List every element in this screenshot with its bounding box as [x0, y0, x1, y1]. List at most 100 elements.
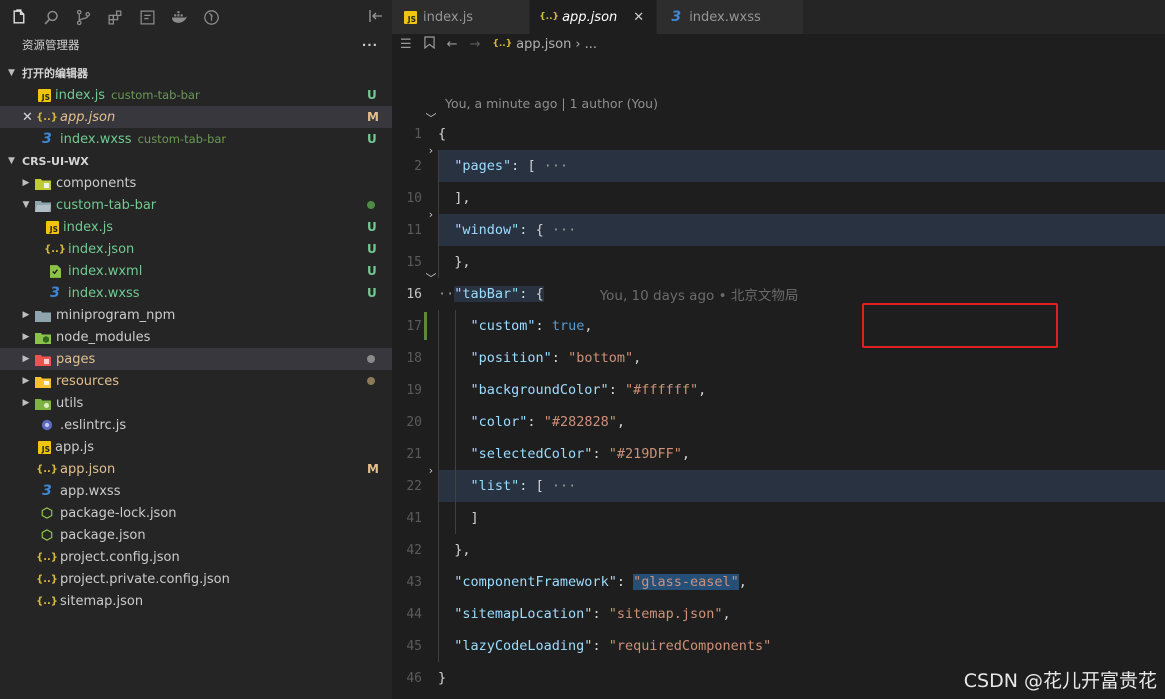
forward-arrow-icon[interactable]: →	[470, 37, 481, 52]
tree-file[interactable]: package-lock.json	[0, 502, 392, 524]
tab-index-wxss[interactable]: 3 index.wxss	[657, 0, 804, 34]
npm-file-icon	[38, 505, 56, 521]
chevron-down-icon: ▼	[8, 68, 15, 78]
close-icon[interactable]: ✕	[633, 10, 644, 25]
list-icon[interactable]: ☰	[400, 37, 412, 52]
open-editors-title: 打开的编辑器	[22, 67, 88, 80]
chevron-right-icon: ▶	[22, 376, 30, 386]
open-editor-item[interactable]: JS index.js custom-tab-bar U	[0, 84, 392, 106]
chevron-right-icon[interactable]: ›	[424, 454, 438, 486]
tree-item-label: .eslintrc.js	[60, 417, 127, 433]
tree-file[interactable]: {..} app.json M	[0, 458, 392, 480]
code-token: ,	[698, 382, 707, 398]
more-actions-icon[interactable]: ···	[362, 38, 378, 52]
folded-ellipsis[interactable]: ···	[552, 222, 576, 238]
explorer-header: 资源管理器 ···	[0, 34, 392, 56]
code-token: "pages"	[454, 158, 512, 174]
code-line: },	[438, 534, 1165, 566]
close-icon[interactable]: ✕	[22, 110, 33, 125]
code-token: :	[519, 222, 536, 238]
codelens-blame[interactable]: You, a minute ago | 1 author (You)	[445, 96, 658, 111]
sidebar: 资源管理器 ··· ▼ 打开的编辑器 JS index.js custom-ta…	[0, 0, 392, 699]
tree-folder[interactable]: ▶ components	[0, 172, 392, 194]
source-control-icon[interactable]	[72, 6, 94, 28]
code-token: "window"	[454, 222, 520, 238]
tree-file[interactable]: index.wxml U	[0, 260, 392, 282]
explorer-title: 资源管理器	[22, 38, 80, 52]
files-icon[interactable]	[8, 6, 30, 28]
resources-folder-icon	[34, 373, 52, 389]
code-token: "backgroundColor"	[470, 382, 609, 398]
tab-app-json[interactable]: {..} app.json ✕	[530, 0, 658, 34]
extensions-icon[interactable]	[104, 6, 126, 28]
code-token: :	[519, 286, 536, 302]
tab-index-js[interactable]: JS index.js	[392, 0, 531, 34]
open-editor-item[interactable]: 3 index.wxss custom-tab-bar U	[0, 128, 392, 150]
tree-item-label: miniprogram_npm	[56, 307, 176, 323]
tree-file[interactable]: 3 index.wxss U	[0, 282, 392, 304]
tree-folder[interactable]: ▼ custom-tab-bar	[0, 194, 392, 216]
json-file-icon: {..}	[539, 12, 559, 22]
code-token: ],	[454, 190, 471, 206]
tree-file[interactable]: JS app.js	[0, 436, 392, 458]
folded-ellipsis[interactable]: ···	[544, 158, 568, 174]
tree-item-label: resources	[56, 373, 120, 389]
tree-folder[interactable]: ▶ pages	[0, 348, 392, 370]
search-icon[interactable]	[40, 6, 62, 28]
tree-file[interactable]: .eslintrc.js	[0, 414, 392, 436]
tree-file[interactable]: {..} project.private.config.json	[0, 568, 392, 590]
code-token: :	[616, 574, 634, 590]
back-arrow-icon[interactable]: ←	[447, 37, 458, 52]
code-token: "componentFramework"	[454, 574, 617, 590]
chevron-down-icon: ▼	[22, 200, 30, 210]
code-token: "#282828"	[543, 414, 617, 430]
js-file-icon: JS	[404, 10, 417, 24]
chevron-right-icon[interactable]: ›	[424, 134, 438, 166]
tree-folder[interactable]: ▶ resources	[0, 370, 392, 392]
tree-item-label: index.wxml	[68, 263, 143, 279]
activity-bar	[0, 0, 392, 34]
code-token: ,	[722, 606, 731, 622]
project-section[interactable]: ▼ CRS-UI-WX	[0, 150, 392, 172]
code-token: :	[592, 638, 609, 654]
tree-item-label: package-lock.json	[60, 505, 177, 521]
git-dot-icon	[367, 377, 375, 385]
remote-icon[interactable]	[136, 6, 158, 28]
git-icon[interactable]	[200, 6, 222, 28]
folded-ellipsis[interactable]: ···	[552, 478, 576, 494]
git-status-badge: U	[367, 132, 377, 146]
git-status-badge: U	[367, 88, 377, 102]
tree-item-label: custom-tab-bar	[56, 197, 157, 213]
tree-item-label: project.private.config.json	[60, 571, 230, 587]
tree-file[interactable]: {..} sitemap.json	[0, 590, 392, 612]
tree-file[interactable]: package.json	[0, 524, 392, 546]
tree-folder[interactable]: ▶ utils	[0, 392, 392, 414]
chevron-right-icon[interactable]: ›	[424, 198, 438, 230]
tab-label: index.js	[423, 9, 474, 25]
file-folder-desc: custom-tab-bar	[111, 88, 200, 102]
chevron-down-icon[interactable]: ﹀	[424, 262, 438, 294]
tree-folder[interactable]: ▶ node_modules	[0, 326, 392, 348]
open-editors-section[interactable]: ▼ 打开的编辑器	[0, 62, 392, 84]
open-editor-item[interactable]: ✕ {..} app.json M	[0, 106, 392, 128]
breadcrumb-path[interactable]: {..} app.json › ...	[492, 37, 597, 52]
split-editor-icon[interactable]	[368, 8, 386, 26]
components-folder-icon	[34, 175, 52, 191]
bookmark-icon[interactable]	[423, 35, 435, 53]
tree-file[interactable]: 3 app.wxss	[0, 480, 392, 502]
tree-file[interactable]: {..} index.json U	[0, 238, 392, 260]
line-number: 20	[406, 414, 422, 430]
code-token: :	[592, 606, 609, 622]
eslint-file-icon	[38, 417, 56, 433]
docker-icon[interactable]	[168, 6, 190, 28]
code-token: "color"	[470, 414, 528, 430]
code-token: "custom"	[470, 318, 536, 334]
json-file-icon: {..}	[36, 573, 58, 585]
tree-folder[interactable]: ▶ miniprogram_npm	[0, 304, 392, 326]
code-token: }	[438, 670, 447, 686]
code-area[interactable]: { "pages": [ ··· ], "window": { ··· }, ·…	[424, 118, 1165, 694]
tree-file[interactable]: {..} project.config.json	[0, 546, 392, 568]
code-token: ,	[633, 350, 642, 366]
tree-file[interactable]: JS index.js U	[0, 216, 392, 238]
chevron-down-icon[interactable]: ﹀	[424, 102, 438, 134]
